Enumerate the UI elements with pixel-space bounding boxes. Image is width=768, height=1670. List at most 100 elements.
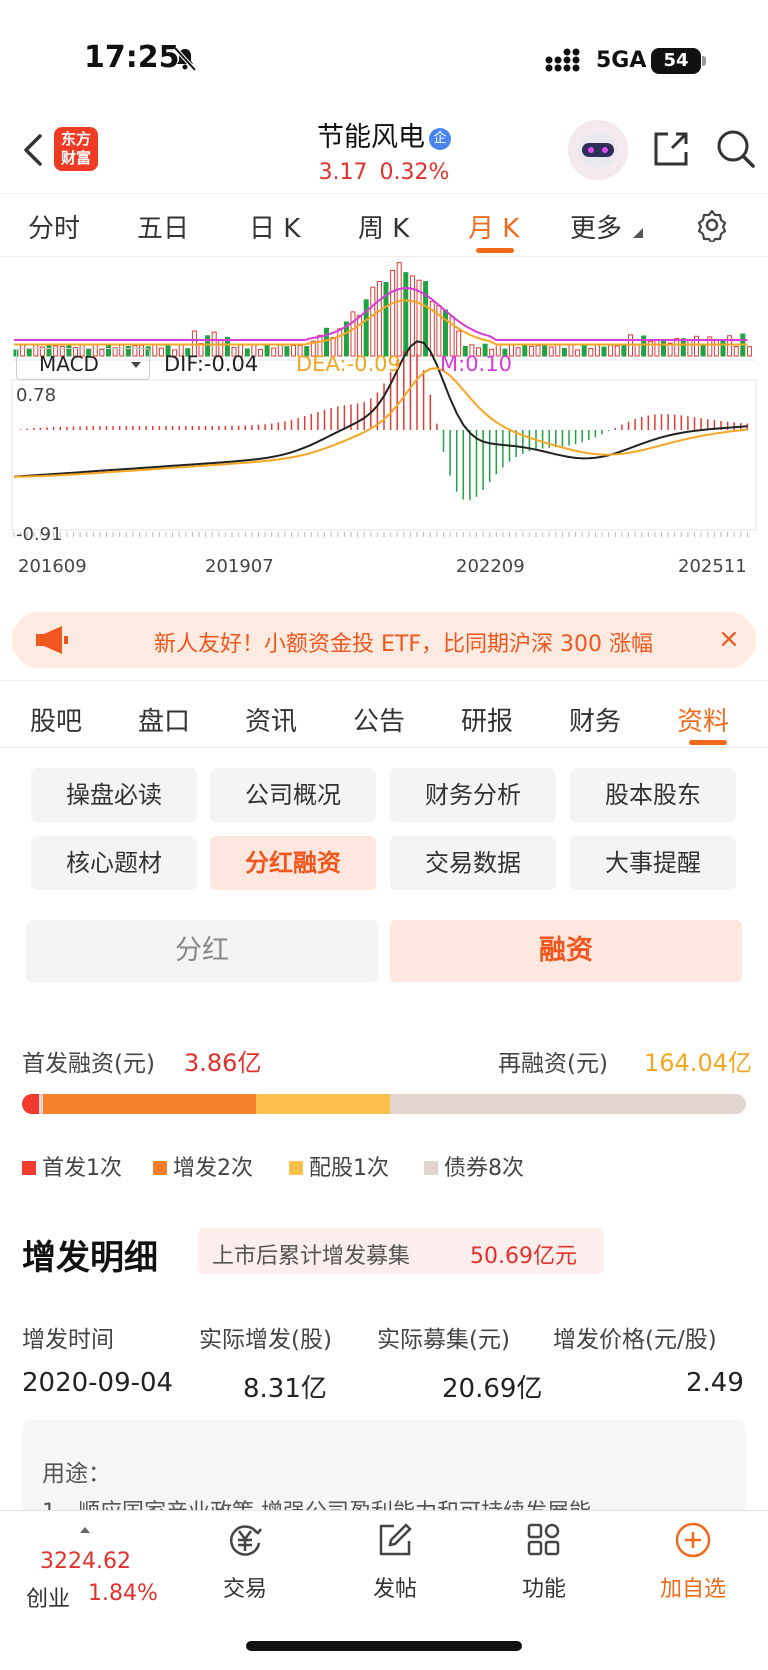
tab-research[interactable]: 研报 bbox=[461, 701, 513, 738]
table-header: 增发时间 bbox=[22, 1327, 114, 1353]
section-title: 增发明细 bbox=[22, 1238, 158, 1278]
legend-label: 增发2次 bbox=[173, 1156, 253, 1181]
chip-company-overview[interactable]: 公司概况 bbox=[210, 768, 376, 822]
volume-bar bbox=[654, 339, 660, 357]
nav-trade-label: 交易 bbox=[222, 1577, 267, 1602]
table-cell: 20.69亿 bbox=[442, 1374, 543, 1404]
indicator-select[interactable]: MACD bbox=[16, 348, 150, 380]
tab-profile[interactable]: 资料 bbox=[677, 701, 729, 738]
volume-bar bbox=[733, 346, 739, 357]
index-toggle-icon[interactable] bbox=[80, 1527, 90, 1533]
search-icon[interactable] bbox=[715, 128, 757, 170]
volume-bar bbox=[561, 347, 567, 357]
volume-bar bbox=[403, 272, 409, 357]
enterprise-badge: 企 bbox=[429, 127, 451, 150]
usage-label: 用途： bbox=[42, 1461, 111, 1487]
share-icon[interactable] bbox=[650, 128, 692, 170]
promo-banner[interactable]: 新人友好！小额资金投 ETF，比同期沪深 300 涨幅 × bbox=[12, 612, 756, 668]
volume-bar bbox=[376, 281, 382, 357]
chip-shareholders[interactable]: 股本股东 bbox=[570, 768, 736, 822]
segment-dividend[interactable]: 分红 bbox=[26, 920, 378, 982]
volume-bar bbox=[291, 345, 296, 357]
m-value: M:0.10 bbox=[440, 352, 512, 376]
chip-core-themes[interactable]: 核心题材 bbox=[31, 836, 197, 890]
nav-post[interactable]: 发帖 bbox=[345, 1521, 445, 1603]
table-cell: 2.49 bbox=[686, 1368, 744, 1398]
close-icon[interactable]: × bbox=[718, 624, 740, 654]
tab-day-k[interactable]: 日 K bbox=[249, 208, 300, 245]
index-name[interactable]: 创业 bbox=[26, 1581, 70, 1613]
x-tick-label: 202209 bbox=[456, 556, 525, 577]
volume-bar bbox=[594, 343, 600, 357]
kline-chart[interactable] bbox=[0, 258, 768, 588]
chip-major-events[interactable]: 大事提醒 bbox=[570, 836, 736, 890]
tab-more[interactable]: 更多 bbox=[570, 208, 622, 245]
volume-bar bbox=[396, 262, 402, 357]
volume-bar bbox=[621, 343, 627, 357]
volume-bar bbox=[350, 311, 356, 357]
volume-bar bbox=[515, 347, 521, 357]
tab-week-k[interactable]: 周 K bbox=[358, 208, 409, 245]
volume-bar bbox=[284, 346, 290, 357]
tab-month-k[interactable]: 月 K bbox=[468, 208, 519, 245]
index-value[interactable]: 3224.62 bbox=[40, 1549, 131, 1574]
assistant-robot-icon[interactable] bbox=[568, 120, 628, 180]
tab-finance[interactable]: 财务 bbox=[569, 701, 621, 738]
nav-functions[interactable]: 功能 bbox=[494, 1521, 594, 1603]
chip-trading-guide[interactable]: 操盘必读 bbox=[31, 768, 197, 822]
legend-swatch bbox=[22, 1160, 36, 1175]
cumulative-label: 上市后累计增发募集 bbox=[212, 1244, 411, 1269]
volume-bar bbox=[608, 344, 614, 357]
segment-financing[interactable]: 融资 bbox=[390, 920, 742, 982]
legend-item: 首发1次 bbox=[22, 1150, 122, 1182]
volume-bar bbox=[548, 346, 554, 357]
first-financing-label: 首发融资(元) bbox=[22, 1051, 155, 1077]
usage-box: 用途： 1、顺应国家产业政策,增强公司盈利能力和可持续发展能 bbox=[22, 1420, 746, 1525]
nav-post-label: 发帖 bbox=[372, 1577, 417, 1602]
tab-fenshi[interactable]: 分时 bbox=[28, 208, 80, 245]
tab-announcements[interactable]: 公告 bbox=[353, 701, 405, 738]
volume-bar bbox=[581, 343, 587, 357]
x-tick-label: 202511 bbox=[678, 556, 747, 577]
settings-gear-icon[interactable] bbox=[695, 208, 729, 242]
financing-progress-bar bbox=[22, 1094, 746, 1114]
volume-bar bbox=[601, 346, 607, 357]
tab-pankou[interactable]: 盘口 bbox=[138, 701, 190, 738]
grid-functions-icon bbox=[527, 1523, 560, 1556]
dea-line bbox=[13, 367, 748, 478]
dif-value: DIF:-0.04 bbox=[164, 352, 259, 376]
tab-guba[interactable]: 股吧 bbox=[30, 701, 82, 738]
nav-add-watchlist[interactable]: 加自选 bbox=[643, 1521, 743, 1603]
volume-bar bbox=[727, 335, 733, 357]
active-tab-underline bbox=[476, 248, 514, 253]
add-circle-icon bbox=[675, 1522, 711, 1558]
volume-bar bbox=[370, 286, 376, 357]
legend-swatch bbox=[153, 1160, 167, 1175]
chip-financial-analysis[interactable]: 财务分析 bbox=[390, 768, 556, 822]
battery-indicator: 54 bbox=[651, 48, 706, 74]
home-indicator bbox=[246, 1641, 522, 1651]
legend-label: 首发1次 bbox=[42, 1156, 122, 1181]
volume-bar bbox=[720, 340, 726, 357]
tab-five-day[interactable]: 五日 bbox=[137, 208, 189, 245]
bar-segment-ipo bbox=[22, 1094, 39, 1114]
index-change-pct[interactable]: 1.84% bbox=[88, 1581, 158, 1606]
nav-trade[interactable]: 交易 bbox=[195, 1521, 295, 1603]
table-header: 增发价格(元/股) bbox=[553, 1327, 717, 1353]
nav-functions-label: 功能 bbox=[521, 1577, 566, 1602]
volume-bar bbox=[158, 347, 164, 357]
table-header: 实际增发(股) bbox=[199, 1327, 332, 1353]
table-header: 实际募集(元) bbox=[377, 1327, 510, 1353]
tab-news[interactable]: 资讯 bbox=[245, 701, 297, 738]
time-axis-ticks bbox=[13, 532, 748, 537]
stock-price: 3.17 bbox=[318, 160, 368, 185]
trade-yuan-icon bbox=[230, 1525, 262, 1556]
network-type: 5GA bbox=[596, 48, 647, 73]
bar-segment-additional bbox=[42, 1094, 256, 1114]
legend-label: 债券8次 bbox=[444, 1156, 524, 1181]
active-tab-underline bbox=[689, 740, 727, 745]
legend-item: 增发2次 bbox=[153, 1150, 253, 1182]
chip-dividend-financing[interactable]: 分红融资 bbox=[210, 836, 376, 890]
volume-bar bbox=[568, 343, 574, 357]
chip-trading-data[interactable]: 交易数据 bbox=[390, 836, 556, 890]
